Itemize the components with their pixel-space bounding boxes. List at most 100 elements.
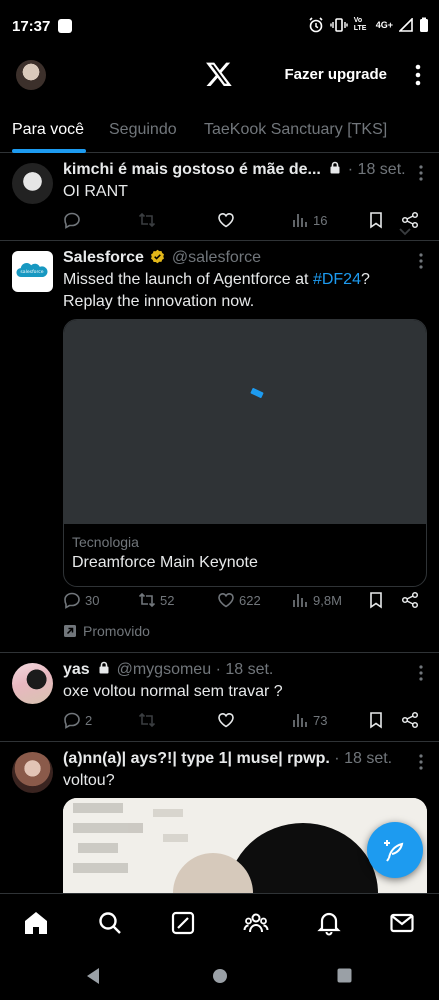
post-yas[interactable]: yas @mygsomeu · 18 set. oxe voltou norma… — [0, 653, 439, 742]
avatar[interactable] — [12, 163, 53, 204]
system-navigation — [0, 953, 439, 1000]
author-name[interactable]: kimchi é mais gostoso é mãe de... — [63, 161, 321, 178]
promoted-icon — [64, 625, 76, 637]
share-icon — [401, 711, 419, 729]
bookmark-button[interactable] — [367, 591, 385, 609]
loading-spinner-icon — [250, 387, 264, 399]
repost-button[interactable] — [138, 711, 160, 729]
communities-icon[interactable] — [243, 910, 269, 936]
bookmark-icon — [370, 212, 382, 229]
avatar[interactable] — [12, 752, 53, 793]
share-icon — [401, 591, 419, 609]
views-icon — [293, 714, 307, 727]
status-icons: Vo LTE 4G+ — [308, 17, 429, 33]
salesforce-logo-icon: salesforce — [16, 263, 48, 277]
tab-para-voce[interactable]: Para você — [12, 121, 84, 139]
share-button[interactable] — [401, 711, 419, 729]
video-card[interactable]: Tecnologia Dreamforce Main Keynote — [63, 319, 427, 587]
search-icon[interactable] — [97, 910, 123, 936]
repost-icon — [138, 592, 156, 608]
hashtag-link[interactable]: #DF24 — [313, 271, 361, 288]
battery-icon — [420, 17, 428, 32]
notifications-icon[interactable] — [316, 910, 342, 936]
repost-button[interactable]: 52 — [138, 591, 174, 609]
post-more-icon[interactable] — [419, 253, 423, 269]
repost-button[interactable] — [138, 211, 160, 229]
status-bar: 17:37 Vo LTE 4G+ — [0, 0, 439, 52]
views-button[interactable]: 16 — [291, 211, 327, 229]
upgrade-button[interactable]: Fazer upgrade — [284, 66, 387, 83]
post-more-icon[interactable] — [419, 165, 423, 181]
post-anna[interactable]: (a)nn(a)| ays?!| type 1| muse| rpwp. · 1… — [0, 742, 439, 908]
profile-avatar[interactable] — [16, 60, 46, 90]
avatar[interactable]: salesforce — [12, 251, 53, 292]
card-title[interactable]: Dreamforce Main Keynote — [72, 554, 258, 572]
views-icon — [293, 594, 307, 607]
reply-button[interactable]: 30 — [63, 591, 99, 609]
signal-icon — [399, 18, 413, 32]
views-button[interactable]: 73 — [291, 711, 327, 729]
alarm-icon — [309, 17, 323, 33]
like-button[interactable]: 622 — [217, 591, 261, 609]
bottom-navigation — [0, 893, 439, 953]
reply-button[interactable] — [63, 211, 85, 229]
video-player[interactable] — [64, 320, 426, 524]
svg-text:salesforce: salesforce — [20, 269, 43, 275]
x-logo-icon[interactable] — [205, 60, 233, 88]
post-kimchi[interactable]: kimchi é mais gostoso é mãe de... · 18 s… — [0, 153, 439, 241]
status-time: 17:37 — [12, 17, 51, 35]
top-bar: Fazer upgrade — [0, 52, 439, 100]
author-handle[interactable]: @salesforce — [172, 249, 261, 266]
compose-post-button[interactable] — [367, 822, 423, 878]
post-header: kimchi é mais gostoso é mãe de... · 18 s… — [63, 161, 406, 179]
post-header: (a)nn(a)| ays?!| type 1| muse| rpwp. · 1… — [63, 750, 392, 768]
post-text: Missed the launch of Agentforce at #DF24… — [63, 271, 370, 310]
bookmark-icon — [370, 712, 382, 729]
vibrate-icon — [330, 18, 348, 32]
network-label: 4G+ — [375, 20, 393, 30]
more-options-icon[interactable] — [415, 64, 421, 86]
repost-icon — [138, 212, 156, 228]
share-icon — [401, 211, 419, 229]
timeline-tabs: Para você Seguindo TaeKook Sanctuary [TK… — [0, 100, 439, 236]
verified-badge-icon — [151, 249, 165, 264]
heart-icon — [218, 212, 234, 228]
like-button[interactable] — [217, 211, 239, 229]
post-actions: 2 73 — [63, 711, 423, 733]
lock-icon — [330, 161, 340, 174]
bookmark-button[interactable] — [367, 211, 385, 229]
bookmark-button[interactable] — [367, 711, 385, 729]
post-more-icon[interactable] — [419, 665, 423, 681]
volte-label: Vo LTE — [353, 17, 367, 32]
post-actions: 16 — [63, 211, 423, 233]
post-text: voltou? — [63, 772, 115, 789]
reply-button[interactable]: 2 — [63, 711, 92, 729]
back-icon[interactable] — [85, 967, 101, 985]
grok-icon[interactable] — [170, 910, 196, 936]
avatar[interactable] — [12, 663, 53, 704]
share-button[interactable] — [401, 591, 419, 609]
author-name[interactable]: (a)nn(a)| ays?!| type 1| muse| rpwp. — [63, 750, 330, 767]
messages-icon[interactable] — [389, 910, 415, 936]
author-handle[interactable]: @mygsomeu — [117, 661, 212, 678]
views-icon — [293, 214, 307, 227]
like-button[interactable] — [217, 711, 239, 729]
card-category: Tecnologia — [72, 534, 139, 550]
tab-taekook-sanctuary[interactable]: TaeKook Sanctuary [TKS] — [204, 121, 387, 139]
post-more-icon[interactable] — [419, 754, 423, 770]
post-date: · 18 set. — [215, 661, 274, 678]
author-name[interactable]: Salesforce — [63, 249, 144, 266]
repost-icon — [138, 712, 156, 728]
feather-plus-icon — [384, 840, 404, 862]
tab-seguindo[interactable]: Seguindo — [109, 121, 177, 139]
heart-icon — [218, 592, 234, 608]
promoted-label: Promovido — [63, 623, 150, 639]
views-button[interactable]: 9,8M — [291, 591, 342, 609]
author-name[interactable]: yas — [63, 661, 90, 678]
recents-icon[interactable] — [337, 968, 352, 983]
post-date: · 18 set. — [334, 750, 393, 767]
post-salesforce[interactable]: salesforce Salesforce @salesforce Missed… — [0, 241, 439, 653]
home-icon[interactable] — [23, 910, 49, 936]
home-circle-icon[interactable] — [212, 968, 228, 984]
share-button[interactable] — [401, 211, 419, 229]
